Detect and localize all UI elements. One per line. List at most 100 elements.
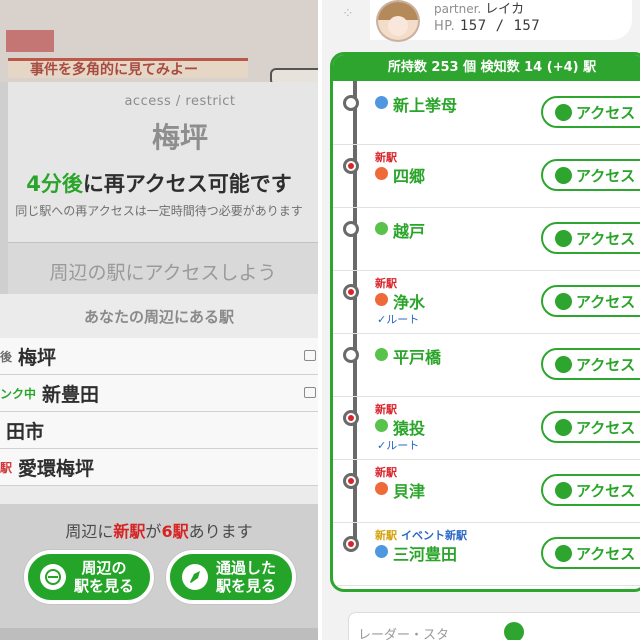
partner-name: レイカ	[485, 2, 525, 17]
view-nearby-stations-button[interactable]: 周辺の 駅を見る	[24, 550, 154, 604]
radar-icon	[504, 622, 524, 640]
restricted-station-name: 梅坪	[151, 121, 208, 154]
station-name: 猿投	[393, 419, 426, 438]
nearby-tag: ンク中	[0, 386, 37, 401]
nearby-row[interactable]: 駅 愛環梅坪	[0, 449, 318, 486]
radar-icon	[555, 544, 572, 562]
station-row: 新駅 浄水 ✓ルート アクセス	[333, 270, 640, 334]
message-icon	[304, 387, 316, 398]
partner-line: partner. レイカ	[434, 0, 524, 17]
access-restrict-panel: 事件を多角的に見てみよー access / restrict 梅坪 4分後に再ア…	[0, 0, 318, 640]
station-row: 新駅 イベント新駅 三河豊田 アクセス	[333, 522, 640, 586]
route-icon: ✓	[377, 439, 387, 452]
station-type-icon	[375, 96, 388, 109]
station-type-icon	[375, 293, 388, 306]
access-button-label: アクセス	[576, 544, 636, 563]
bottom-strip	[0, 628, 318, 640]
route-label: ルート	[386, 439, 420, 452]
new-station-node	[343, 410, 359, 426]
station-type-icon	[375, 222, 388, 235]
station-name: 越戸	[393, 222, 426, 241]
station-node	[343, 95, 359, 111]
new-station-node	[343, 158, 359, 174]
new-count-word: 新駅	[113, 522, 146, 541]
new-count-prefix: 周辺に	[65, 522, 114, 541]
station-row: 新上挙母 アクセス	[333, 81, 640, 145]
station-count-header: 所持数 253 個 検知数 14 (+4) 駅	[333, 55, 640, 81]
station-row: 新駅 貝津 アクセス	[333, 459, 640, 523]
station-name: 三河豊田	[393, 545, 458, 564]
new-station-count: 周辺に新駅が6駅あります	[0, 518, 318, 542]
access-button-label: アクセス	[576, 418, 636, 437]
station-name: 四郷	[393, 167, 426, 186]
new-count-mid: が	[145, 522, 162, 541]
new-station-node	[343, 473, 359, 489]
station-type-icon	[375, 482, 388, 495]
new-station-node	[343, 536, 359, 552]
station-node	[343, 347, 359, 363]
hp-label: HP.	[434, 19, 456, 34]
radar-icon	[555, 292, 572, 310]
nearby-station-name: 愛環梅坪	[18, 457, 95, 480]
route-icon: ✓	[377, 313, 387, 326]
station-name: 平戸橋	[393, 348, 442, 367]
nearby-list: 後 梅坪 ンク中 新豊田 田市 駅 愛環梅坪	[0, 338, 318, 486]
partner-avatar	[376, 0, 420, 42]
station-list: 所持数 253 個 検知数 14 (+4) 駅 新上挙母 アクセス 新駅 四郷 アクセス…	[330, 52, 640, 592]
access-button-label: アクセス	[576, 229, 636, 248]
access-button-label: アクセス	[576, 166, 636, 185]
next-section-label: レーダー・スタ	[358, 628, 450, 640]
station-list-panel: ⁘ partner. レイカ HP. 157 / 157 所持数 253 個 検…	[322, 0, 640, 640]
message-icon	[304, 350, 316, 361]
station-type-icon	[375, 167, 388, 180]
nearby-station-name: 梅坪	[18, 346, 57, 369]
access-button-label: アクセス	[576, 481, 636, 500]
nearby-tag: 駅	[0, 460, 13, 475]
sparkle-icon: ⁘	[342, 6, 354, 22]
nearby-tag: 後	[0, 349, 13, 364]
radar-icon	[40, 564, 66, 590]
station-name: 貝津	[393, 482, 426, 501]
route-link[interactable]: ✓ルート	[377, 311, 419, 327]
nearby-row[interactable]: 後 梅坪	[0, 338, 318, 375]
reaccess-time: 4分後	[26, 172, 83, 196]
access-button[interactable]: アクセス	[541, 411, 640, 443]
access-button[interactable]: アクセス	[541, 474, 640, 506]
access-button[interactable]: アクセス	[541, 159, 640, 191]
station-node	[343, 221, 359, 237]
reaccess-note: 同じ駅への再アクセスは一定時間待つ必要があります	[15, 204, 303, 218]
station-row: 新駅 猿投 ✓ルート アクセス	[333, 396, 640, 460]
partner-label: partner.	[434, 2, 482, 16]
radar-icon	[555, 103, 572, 121]
station-type-icon	[375, 545, 388, 558]
hp-value: 157 / 157	[459, 18, 541, 34]
radar-icon	[555, 481, 572, 499]
nearby-station-name: 新豊田	[42, 383, 100, 406]
access-button[interactable]: アクセス	[541, 285, 640, 317]
nearby-row[interactable]: ンク中 新豊田	[0, 375, 318, 412]
route-link[interactable]: ✓ルート	[377, 437, 419, 453]
access-restrict-label: access / restrict	[124, 94, 236, 109]
background-logo	[6, 30, 54, 52]
station-type-icon	[375, 348, 388, 361]
access-button-label: アクセス	[576, 355, 636, 374]
avatar-face	[388, 16, 408, 36]
access-button[interactable]: アクセス	[541, 348, 640, 380]
station-name: 浄水	[393, 293, 426, 312]
station-row: 新駅 四郷 アクセス	[333, 144, 640, 208]
view-nearby-label: 周辺の 駅を見る	[73, 559, 134, 595]
access-button-label: アクセス	[576, 292, 636, 311]
access-button[interactable]: アクセス	[541, 96, 640, 128]
rocket-icon	[182, 564, 208, 590]
new-count-suffix: あります	[188, 522, 253, 541]
background-banner: 事件を多角的に見てみよー	[8, 58, 248, 78]
access-button[interactable]: アクセス	[541, 537, 640, 569]
view-passed-label: 通過した 駅を見る	[215, 559, 276, 595]
nearby-title: あなたの周辺にある駅	[83, 308, 234, 326]
station-row: 平戸橋 アクセス	[333, 333, 640, 397]
nearby-row[interactable]: 田市	[0, 412, 318, 449]
new-station-node	[343, 284, 359, 300]
view-passed-stations-button[interactable]: 通過した 駅を見る	[166, 550, 296, 604]
access-button-label: アクセス	[576, 103, 636, 122]
access-button[interactable]: アクセス	[541, 222, 640, 254]
